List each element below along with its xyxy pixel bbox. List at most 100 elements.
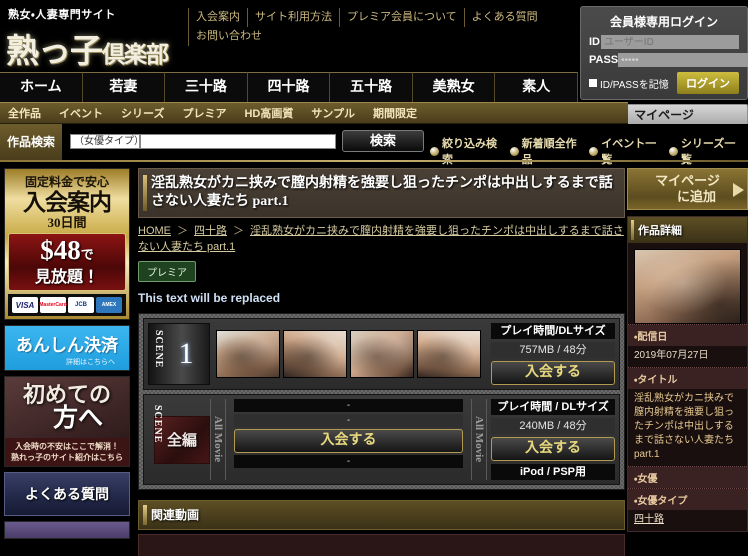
dash-cell: - xyxy=(234,414,463,427)
site-tagline: 熟女・人妻専門サイト xyxy=(8,9,116,21)
price-line2: 見放題！ xyxy=(34,269,99,286)
arrow-dot-icon xyxy=(430,146,439,156)
scene-meta-value: 757MB / 48分 xyxy=(491,342,615,358)
arrow-dot-icon xyxy=(589,146,599,156)
scene-thumbnail[interactable] xyxy=(283,330,347,378)
scene-row: SCENE 1 プレイ時間/DLサイズ 757MB / 48分 入会する xyxy=(143,318,620,390)
nav-tab-wakazuma[interactable]: 若妻 xyxy=(82,72,166,102)
related-videos-title: 関連動画 xyxy=(151,508,200,522)
breadcrumb-category[interactable]: 四十路 xyxy=(194,225,227,237)
subnav-hd[interactable]: HD高画質 xyxy=(244,105,293,121)
nav-tab-bijukujo[interactable]: 美熟女 xyxy=(412,72,496,102)
left-sidebar: 固定料金で安心 入会案内 30日間 $48で 見放題！ VISA MasterC… xyxy=(0,168,134,544)
arrow-dot-icon xyxy=(668,146,678,156)
arrow-dot-icon xyxy=(509,146,519,156)
mastercard-icon: MasterCard xyxy=(39,297,67,313)
login-id-row: ID xyxy=(589,35,739,49)
nav-tab-isoji[interactable]: 五十路 xyxy=(330,72,413,102)
join-button[interactable]: 入会する xyxy=(491,437,615,461)
scene-thumbnails xyxy=(210,323,487,385)
add-mypage-line2: に追加 xyxy=(676,189,716,204)
detail-value-wrap: 四十路 xyxy=(628,510,747,531)
arrow-right-icon xyxy=(733,183,744,197)
util-link-3[interactable]: よくある質問 xyxy=(463,8,545,27)
banner-secure-payment[interactable]: あんしん決済 詳細はこちらへ xyxy=(4,325,130,371)
subnav-series[interactable]: シリーズ xyxy=(121,105,164,121)
subnav-all[interactable]: 全作品 xyxy=(8,105,41,121)
work-cover-image[interactable] xyxy=(634,249,741,324)
price-amount: $48で xyxy=(9,236,125,269)
page-title-bar: 淫乱熟女がカニ挟みで膣内射精を強要し狙ったチンポは中出しするまで話さない人妻たち… xyxy=(138,168,625,218)
detail-key: 女優タイプ xyxy=(628,489,747,510)
scene-number: 1 xyxy=(178,337,194,370)
main-nav: ホーム 若妻 三十路 四十路 五十路 美熟女 素人 xyxy=(0,72,579,102)
hajimete-line2: 方へ xyxy=(52,405,103,432)
util-link-2[interactable]: プレミア会員について xyxy=(339,8,464,27)
search-input[interactable] xyxy=(140,134,336,149)
subnav-premier[interactable]: プレミア xyxy=(182,105,226,121)
hajimete-footer: 入会時の不安はここで解消！ 熟れっ子のサイト紹介はこちら xyxy=(5,438,129,466)
banner-purple[interactable] xyxy=(4,521,130,539)
nav-tab-yosoji[interactable]: 四十路 xyxy=(247,72,331,102)
ipod-psp-label: iPod / PSP用 xyxy=(491,464,615,480)
nav-tab-home[interactable]: ホーム xyxy=(0,72,83,102)
add-to-mypage-button[interactable]: マイページ に追加 xyxy=(627,168,748,210)
breadcrumb-home[interactable]: HOME xyxy=(138,225,171,237)
login-title: 会員様専用ログイン xyxy=(609,15,718,29)
player-placeholder-text: This text will be replaced xyxy=(138,291,281,305)
nav-tab-shirouto[interactable]: 素人 xyxy=(495,72,579,102)
scene-all-label: SCENE 全編 xyxy=(148,399,210,480)
scene-meta: プレイ時間/DLサイズ 757MB / 48分 入会する xyxy=(487,323,615,385)
login-id-input[interactable] xyxy=(601,35,739,49)
work-detail-title: 作品詳細 xyxy=(638,225,682,237)
faq-label: よくある質問 xyxy=(25,488,109,503)
actress-type-select[interactable]: （女優タイプ） xyxy=(70,134,144,149)
search-label: 作品検索 xyxy=(0,124,62,160)
subnav-sample[interactable]: サンプル xyxy=(311,105,355,121)
right-sidebar: マイページ に追加 作品詳細 配信日 2019年07月27日 タイトル 淫乱熟女… xyxy=(627,168,748,532)
util-link-0[interactable]: 入会案内 xyxy=(188,8,247,27)
scene-list: SCENE 1 プレイ時間/DLサイズ 757MB / 48分 入会する SCE… xyxy=(138,313,625,490)
util-link-1[interactable]: サイト利用方法 xyxy=(247,8,339,27)
main-content: 淫乱熟女がカニ挟みで膣内射精を強要し狙ったチンポは中出しするまで話さない人妻たち… xyxy=(138,168,625,556)
scene-thumbnail[interactable] xyxy=(417,330,481,378)
scene-1-label: SCENE 1 xyxy=(148,323,210,385)
hajimete-foot1: 入会時の不安はここで解消！ xyxy=(15,442,119,451)
subnav-limited[interactable]: 期間限定 xyxy=(373,105,417,121)
detail-value-link[interactable]: 四十路 xyxy=(634,514,664,525)
join-button-left[interactable]: 入会する xyxy=(234,429,463,453)
search-bar: 作品検索 （女優タイプ） 検索 絞り込み検索 新着順全作品 イベント一覧 シリー… xyxy=(0,124,748,166)
banner-faq[interactable]: よくある質問 xyxy=(4,472,130,516)
search-button[interactable]: 検索 xyxy=(342,130,424,152)
dash-cell: - xyxy=(234,399,463,412)
util-link-4[interactable]: お問い合わせ xyxy=(188,27,269,46)
subnav-event[interactable]: イベント xyxy=(59,105,103,121)
logo-main: 熟っ子 xyxy=(6,34,103,70)
hajimete-line1: 初めての xyxy=(22,382,111,407)
related-videos-header: 関連動画 xyxy=(138,500,625,530)
detail-row-actress: 女優 xyxy=(628,466,747,488)
detail-key: 配信日 xyxy=(628,325,747,346)
banner-join-guide[interactable]: 固定料金で安心 入会案内 30日間 $48で 見放題！ VISA MasterC… xyxy=(4,168,130,320)
remember-checkbox-row[interactable]: ID/PASSを記憶 xyxy=(589,76,677,91)
all-movie-label-right: All Movie xyxy=(471,399,487,480)
login-pass-label: PASS xyxy=(589,54,619,66)
scene-vertical-label: SCENE xyxy=(152,405,163,444)
login-pass-input[interactable] xyxy=(618,53,748,67)
scene-thumbnail[interactable] xyxy=(216,330,280,378)
login-button[interactable]: ログイン xyxy=(677,72,739,94)
nav-tab-misoji[interactable]: 三十路 xyxy=(165,72,248,102)
detail-row-title: タイトル 淫乱熟女がカニ挟みで膣内射精を強要し狙ったチンポは中出しするまで話さな… xyxy=(628,367,747,466)
hajimete-foot2: 熟れっ子のサイト紹介はこちら xyxy=(11,453,123,462)
site-logo[interactable]: 熟っ子倶楽部 xyxy=(6,24,169,72)
checkbox-icon[interactable] xyxy=(589,79,597,87)
anshin-sub: 詳細はこちらへ xyxy=(66,359,115,366)
login-bottom-row: ID/PASSを記憶 ログイン xyxy=(589,72,739,94)
page-title: 淫乱熟女がカニ挟みで膣内射精を強要し狙ったチンポは中出しするまで話さない人妻たち… xyxy=(151,176,613,209)
banner-first-time[interactable]: 初めての 方へ 入会時の不安はここで解消！ 熟れっ子のサイト紹介はこちら xyxy=(4,376,130,467)
detail-value: 2019年07月27日 xyxy=(634,350,709,361)
join-button[interactable]: 入会する xyxy=(491,361,615,385)
related-videos-body xyxy=(138,534,625,556)
scene-thumbnail[interactable] xyxy=(350,330,414,378)
utility-links: 入会案内 サイト利用方法 プレミア会員について よくある質問 お問い合わせ xyxy=(188,8,578,46)
